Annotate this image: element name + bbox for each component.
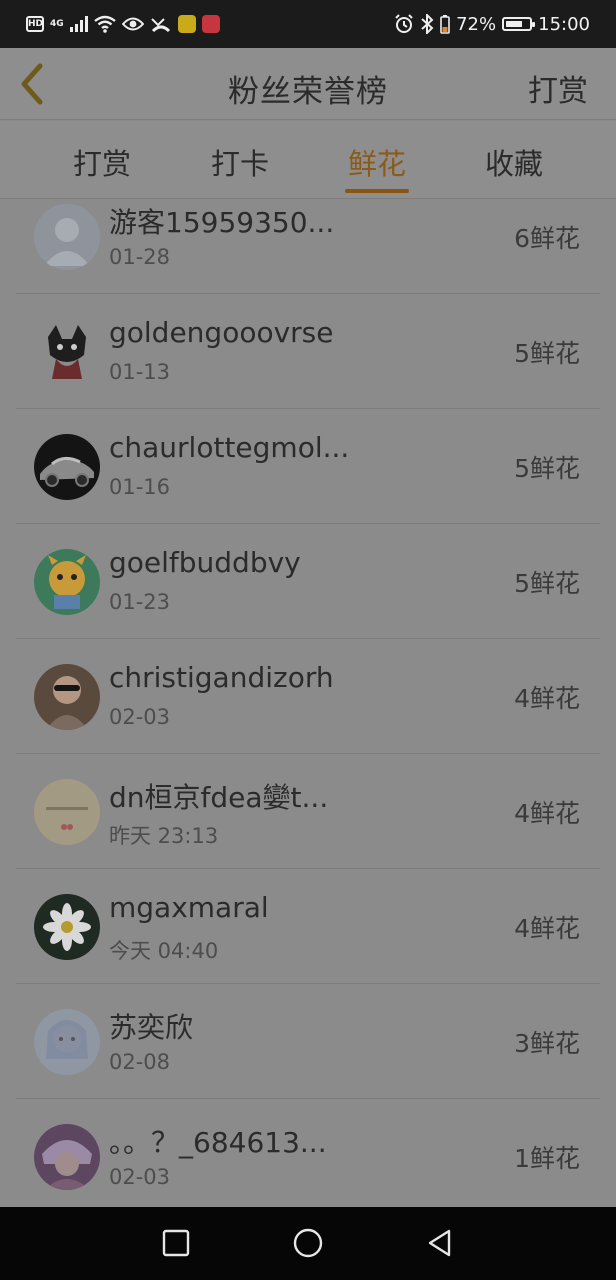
page-title: 粉丝荣誉榜 [228, 74, 388, 110]
wifi-icon [93, 15, 116, 33]
hd-icon: HD [26, 16, 44, 32]
flower-count: 6鲜花 [514, 224, 580, 253]
item-date: 01-13 [109, 360, 171, 384]
user-name: christigandizorh [109, 661, 334, 694]
flower-count: 3鲜花 [514, 1029, 580, 1058]
flower-count: 5鲜花 [514, 569, 580, 598]
reader-app-icon [201, 15, 220, 33]
flower-count: 1鲜花 [514, 1144, 580, 1173]
back-nav-button[interactable] [422, 1225, 458, 1261]
bluetooth-icon [421, 14, 434, 34]
list-item[interactable]: 游客15959350... 01-28 6鲜花 [16, 199, 600, 294]
alarm-icon [395, 14, 413, 33]
reward-button[interactable]: 打赏 [528, 66, 588, 110]
user-name: goldengooovrse [109, 316, 334, 349]
list-item[interactable]: dn桓京fdea孌t... 昨天 23:13 4鲜花 [16, 754, 600, 869]
list-item[interactable]: 。。？_684613... 02-03 1鲜花 [16, 1099, 600, 1207]
active-tab-indicator [345, 189, 409, 193]
flower-count: 4鲜花 [514, 914, 580, 943]
item-date: 02-08 [109, 1050, 171, 1074]
tab-checkin[interactable]: 打卡 [190, 141, 290, 183]
user-name: 。。？_684613... [109, 1126, 327, 1159]
item-date: 01-23 [109, 590, 171, 614]
avatar [34, 894, 100, 960]
item-date: 01-28 [109, 245, 171, 269]
user-name: goelfbuddbvy [109, 546, 301, 579]
home-button[interactable] [290, 1225, 326, 1261]
system-nav-bar [0, 1207, 616, 1280]
missed-call-icon [150, 18, 170, 33]
video-app-icon [177, 15, 196, 33]
status-icons-left: HD 4G [26, 12, 220, 36]
user-name: chaurlottegmol... [109, 431, 350, 464]
avatar [34, 434, 100, 500]
item-date: 01-16 [109, 475, 171, 499]
avatar [34, 664, 100, 730]
tab-favorites[interactable]: 收藏 [464, 141, 564, 183]
network-type: 4G [50, 19, 64, 29]
tab-reward[interactable]: 打赏 [52, 141, 152, 183]
battery-saver-icon [440, 15, 450, 34]
list-item[interactable]: goelfbuddbvy 01-23 5鲜花 [16, 524, 600, 639]
item-date: 今天 04:40 [109, 939, 219, 963]
battery-percent: 72% [456, 13, 497, 35]
flower-count: 4鲜花 [514, 684, 580, 713]
recent-apps-icon [162, 1229, 190, 1257]
avatar [34, 319, 100, 385]
avatar [34, 779, 100, 845]
header-bar: 粉丝荣誉榜 打赏 [0, 48, 616, 120]
flower-count: 5鲜花 [514, 339, 580, 368]
battery-icon [502, 17, 536, 31]
clock: 15:00 [538, 13, 590, 35]
user-name: mgaxmaral [109, 891, 269, 924]
list-item[interactable]: mgaxmaral 今天 04:40 4鲜花 [16, 869, 600, 984]
recent-apps-button[interactable] [158, 1225, 194, 1261]
eye-icon [121, 17, 144, 31]
avatar [34, 1124, 100, 1190]
item-date: 02-03 [109, 705, 171, 729]
back-icon [428, 1229, 451, 1257]
tab-bar: 打赏 打卡 鲜花 收藏 [0, 121, 616, 199]
battery-fill [506, 21, 522, 27]
status-icons-right: 72% 15:00 [394, 12, 590, 36]
item-date: 昨天 23:13 [109, 824, 219, 848]
list-item[interactable]: christigandizorh 02-03 4鲜花 [16, 639, 600, 754]
user-name: 游客15959350... [109, 206, 335, 239]
list-item[interactable]: chaurlottegmol... 01-16 5鲜花 [16, 409, 600, 524]
avatar [34, 549, 100, 615]
avatar [34, 204, 100, 270]
fan-ranking-list: 游客15959350... 01-28 6鲜花 goldengooovrse 0… [0, 199, 616, 1207]
user-name: 苏奕欣 [109, 1011, 194, 1044]
list-item[interactable]: goldengooovrse 01-13 5鲜花 [16, 294, 600, 409]
user-name: dn桓京fdea孌t... [109, 781, 329, 814]
tab-flowers[interactable]: 鲜花 [327, 141, 427, 183]
avatar [34, 1009, 100, 1075]
signal-icon [69, 16, 88, 32]
list-item[interactable]: 苏奕欣 02-08 3鲜花 [16, 984, 600, 1099]
flower-count: 5鲜花 [514, 454, 580, 483]
item-date: 02-03 [109, 1165, 171, 1189]
flower-count: 4鲜花 [514, 799, 580, 828]
home-icon [293, 1228, 323, 1258]
status-bar: HD 4G 72% 15:00 [0, 0, 616, 48]
